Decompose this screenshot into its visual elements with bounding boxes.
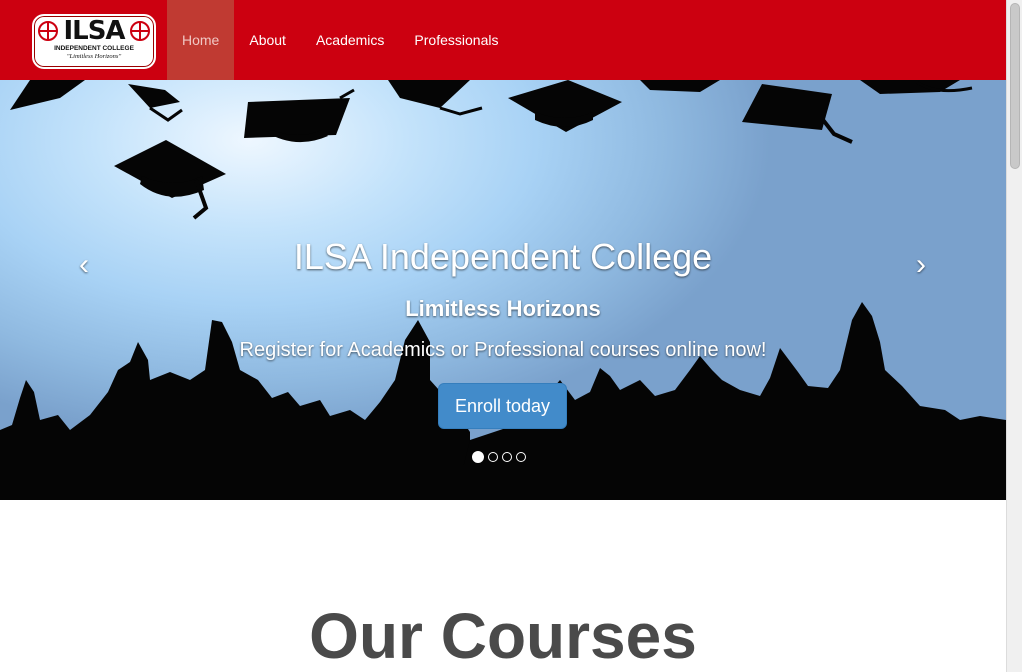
logo-tagline: "Limitless Horizons" bbox=[66, 53, 122, 60]
nav-item-home[interactable]: Home bbox=[167, 0, 235, 80]
carousel-description: Register for Academics or Professional c… bbox=[239, 339, 767, 361]
main-nav: Home About Academics Professionals bbox=[167, 0, 513, 80]
section-title: Our Courses bbox=[309, 599, 697, 672]
top-navbar: ILSA INDEPENDENT COLLEGE "Limitless Hori… bbox=[0, 0, 1006, 81]
carousel-subtitle: Limitless Horizons bbox=[405, 296, 601, 321]
logo-text: ILSA bbox=[63, 16, 125, 46]
carousel-indicator-4[interactable] bbox=[516, 452, 526, 462]
brand-logo[interactable]: ILSA INDEPENDENT COLLEGE "Limitless Hori… bbox=[32, 14, 156, 69]
nav-item-about[interactable]: About bbox=[234, 0, 301, 80]
enroll-today-button[interactable]: Enroll today bbox=[438, 383, 567, 429]
carousel-indicator-3[interactable] bbox=[502, 452, 512, 462]
page-scrollbar[interactable] bbox=[1006, 0, 1022, 672]
carousel-indicator-1[interactable] bbox=[472, 451, 484, 463]
scrollbar-thumb[interactable] bbox=[1010, 3, 1020, 169]
graduation-silhouette-image bbox=[0, 80, 1006, 500]
logo-subtitle: INDEPENDENT COLLEGE bbox=[54, 45, 134, 52]
page: ILSA INDEPENDENT COLLEGE "Limitless Hori… bbox=[0, 0, 1006, 672]
nav-item-professionals[interactable]: Professionals bbox=[399, 0, 513, 80]
hero-carousel: ‹ › ILSA Independent College Limitless H… bbox=[0, 80, 1006, 500]
carousel-indicators bbox=[472, 451, 526, 463]
nav-item-academics[interactable]: Academics bbox=[301, 0, 399, 80]
carousel-title: ILSA Independent College bbox=[293, 236, 713, 277]
carousel-indicator-2[interactable] bbox=[488, 452, 498, 462]
